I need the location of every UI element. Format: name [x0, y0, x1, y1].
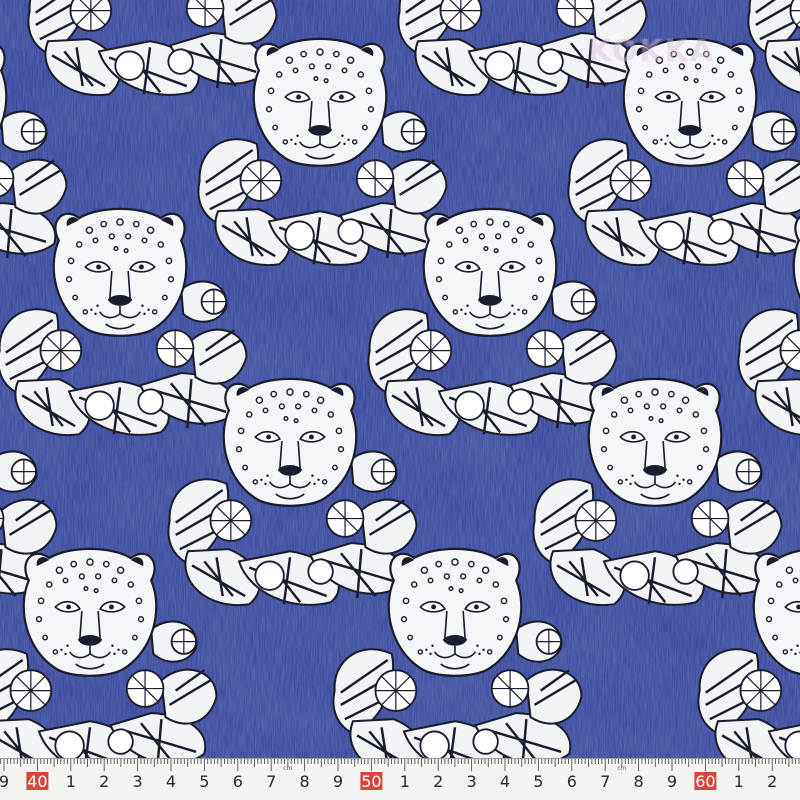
measuring-ruler: 9 40 1 2 3 4 5 6 7 8 9 50 1 2 3 4 5 6 7 8 9 60 1 2 cm cm — [0, 758, 800, 800]
ruler-label: 5 — [199, 772, 209, 791]
ruler-label: 1 — [734, 772, 744, 791]
ruler-label: 6 — [233, 772, 243, 791]
ruler-label: 2 — [433, 772, 443, 791]
ruler-label: 9 — [0, 772, 9, 791]
ruler-label: 3 — [133, 772, 143, 791]
ruler-label: 50 — [361, 772, 381, 791]
denim-jaguar-print: .leaves path { fill: #f3f4f6; stroke: #1… — [0, 0, 800, 758]
ruler-label: 9 — [667, 772, 677, 791]
fabric-photo: .leaves path { fill: #f3f4f6; stroke: #1… — [0, 0, 800, 800]
ruler-label: 8 — [300, 772, 310, 791]
ruler-label: 1 — [400, 772, 410, 791]
ruler-label: 40 — [27, 772, 47, 791]
ruler-unit-mark: cm — [617, 765, 626, 772]
ruler-label: 4 — [166, 772, 176, 791]
ruler-label: 6 — [567, 772, 577, 791]
ruler-label: 3 — [467, 772, 477, 791]
ruler-label: 60 — [695, 772, 715, 791]
ruler-label: 9 — [333, 772, 343, 791]
ruler-label: 4 — [500, 772, 510, 791]
ruler-label: 7 — [266, 772, 276, 791]
ruler-label: 2 — [99, 772, 109, 791]
watermark-logo: KOKKA — [588, 34, 716, 69]
ruler-unit-mark: cm — [283, 765, 292, 772]
ruler-label: 2 — [767, 772, 777, 791]
ruler-label: 8 — [634, 772, 644, 791]
ruler-label: 5 — [533, 772, 543, 791]
ruler-label: 7 — [600, 772, 610, 791]
ruler-label: 1 — [66, 772, 76, 791]
